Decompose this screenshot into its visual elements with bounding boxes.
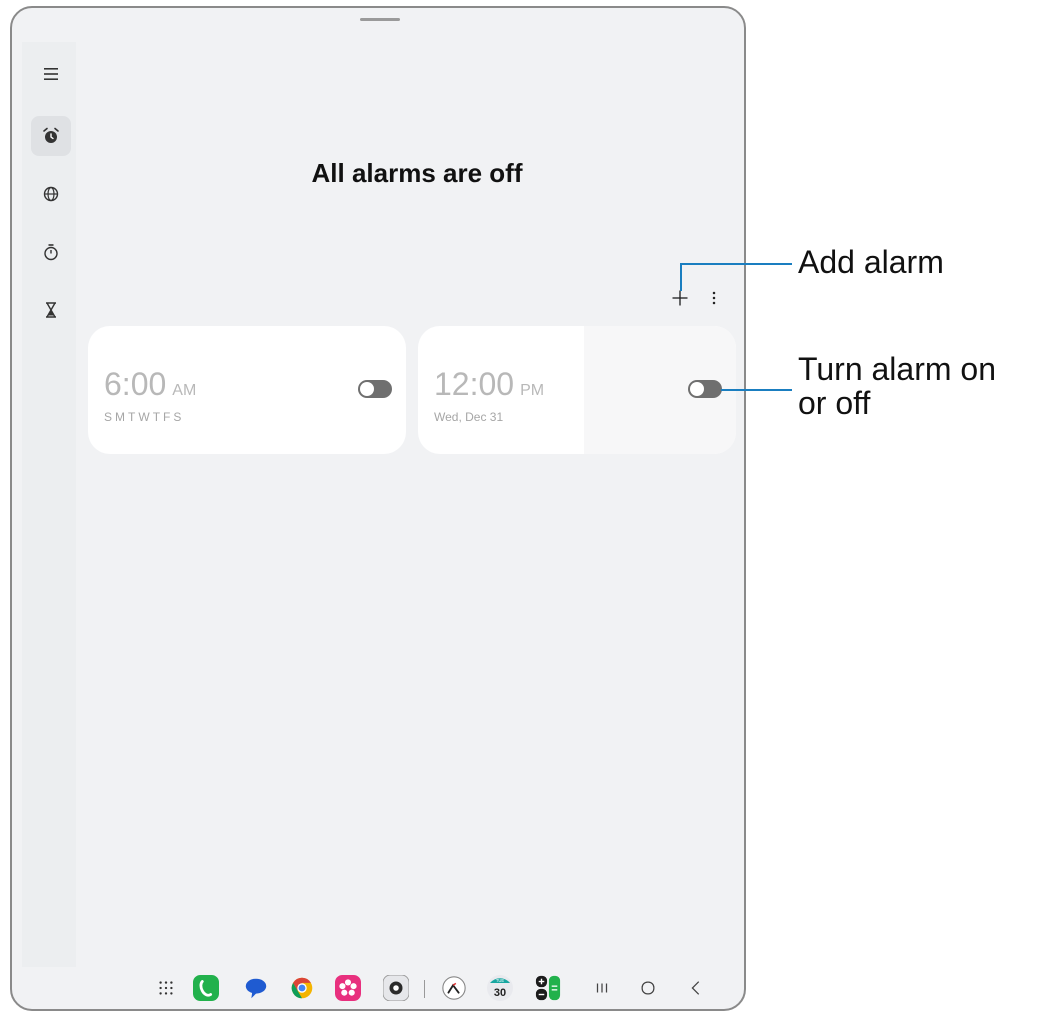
navigation-rail [22,42,76,967]
phone-icon [193,975,219,1001]
plus-icon [672,290,688,306]
alarm-card[interactable]: 6:00 AM SMTWTFS [88,326,406,454]
alarm-card[interactable]: 12:00 PM Wed, Dec 31 [418,326,736,454]
back-icon [691,981,700,995]
taskbar: TUE 30 [12,968,744,1009]
alarm-time: 12:00 PM [434,366,545,402]
camera-app[interactable] [382,974,410,1002]
recents-icon [596,983,608,993]
callout-toggle-line2: or off [798,385,871,421]
home-button[interactable] [634,974,662,1002]
chrome-app[interactable] [288,974,316,1002]
dock-divider [424,980,425,998]
empty-state-title: All alarms are off [311,158,523,188]
calculator-app[interactable] [534,974,562,1002]
calculator-icon [535,975,561,1001]
recents-button[interactable] [588,974,616,1002]
alarm-toggle[interactable] [688,380,722,398]
phone-app[interactable] [192,974,220,1002]
alarm-clock-icon [43,127,59,143]
hourglass-icon [46,302,56,318]
callout-add-alarm: Add alarm [798,244,944,280]
back-button[interactable] [682,974,710,1002]
message-bubble-icon [245,978,267,999]
calendar-day-label: TUE [496,978,505,983]
drag-handle[interactable] [360,18,400,21]
menu-button[interactable] [31,54,71,94]
grid-icon [159,981,173,995]
callout-line [680,263,682,291]
camera-icon [383,975,409,1001]
nav-stopwatch[interactable] [31,232,71,272]
nav-world-clock[interactable] [31,174,71,214]
more-vertical-icon [712,291,716,305]
alarm-time: 6:00 AM [104,366,197,402]
calendar-app[interactable]: TUE 30 [486,974,514,1002]
nav-alarm[interactable] [31,116,71,156]
apps-button[interactable] [152,974,180,1002]
calendar-icon: TUE 30 [487,975,513,1001]
callout-toggle-line1: Turn alarm on [798,351,996,387]
stopwatch-icon [44,244,58,261]
messages-app[interactable] [242,974,270,1002]
alarm-repeat-days: SMTWTFS [104,410,182,424]
calendar-date-label: 30 [494,987,506,999]
gallery-app[interactable] [334,974,362,1002]
alarm-toggle[interactable] [358,380,392,398]
alarm-date: Wed, Dec 31 [434,410,504,424]
chrome-icon [291,977,313,999]
clock-app[interactable] [440,974,468,1002]
nav-timer[interactable] [31,290,71,330]
flower-icon [335,975,361,1001]
more-options-button[interactable] [702,286,726,310]
hamburger-icon [44,68,58,80]
globe-icon [43,186,59,202]
clock-icon [442,976,466,1000]
device-frame: All alarms are off 6:00 AM SMTWTFS 12:00 P… [10,6,746,1011]
toggle-knob [690,382,704,396]
callout-line [680,263,792,265]
toggle-knob [360,382,374,396]
callout-line [721,389,792,391]
home-icon [641,981,655,995]
